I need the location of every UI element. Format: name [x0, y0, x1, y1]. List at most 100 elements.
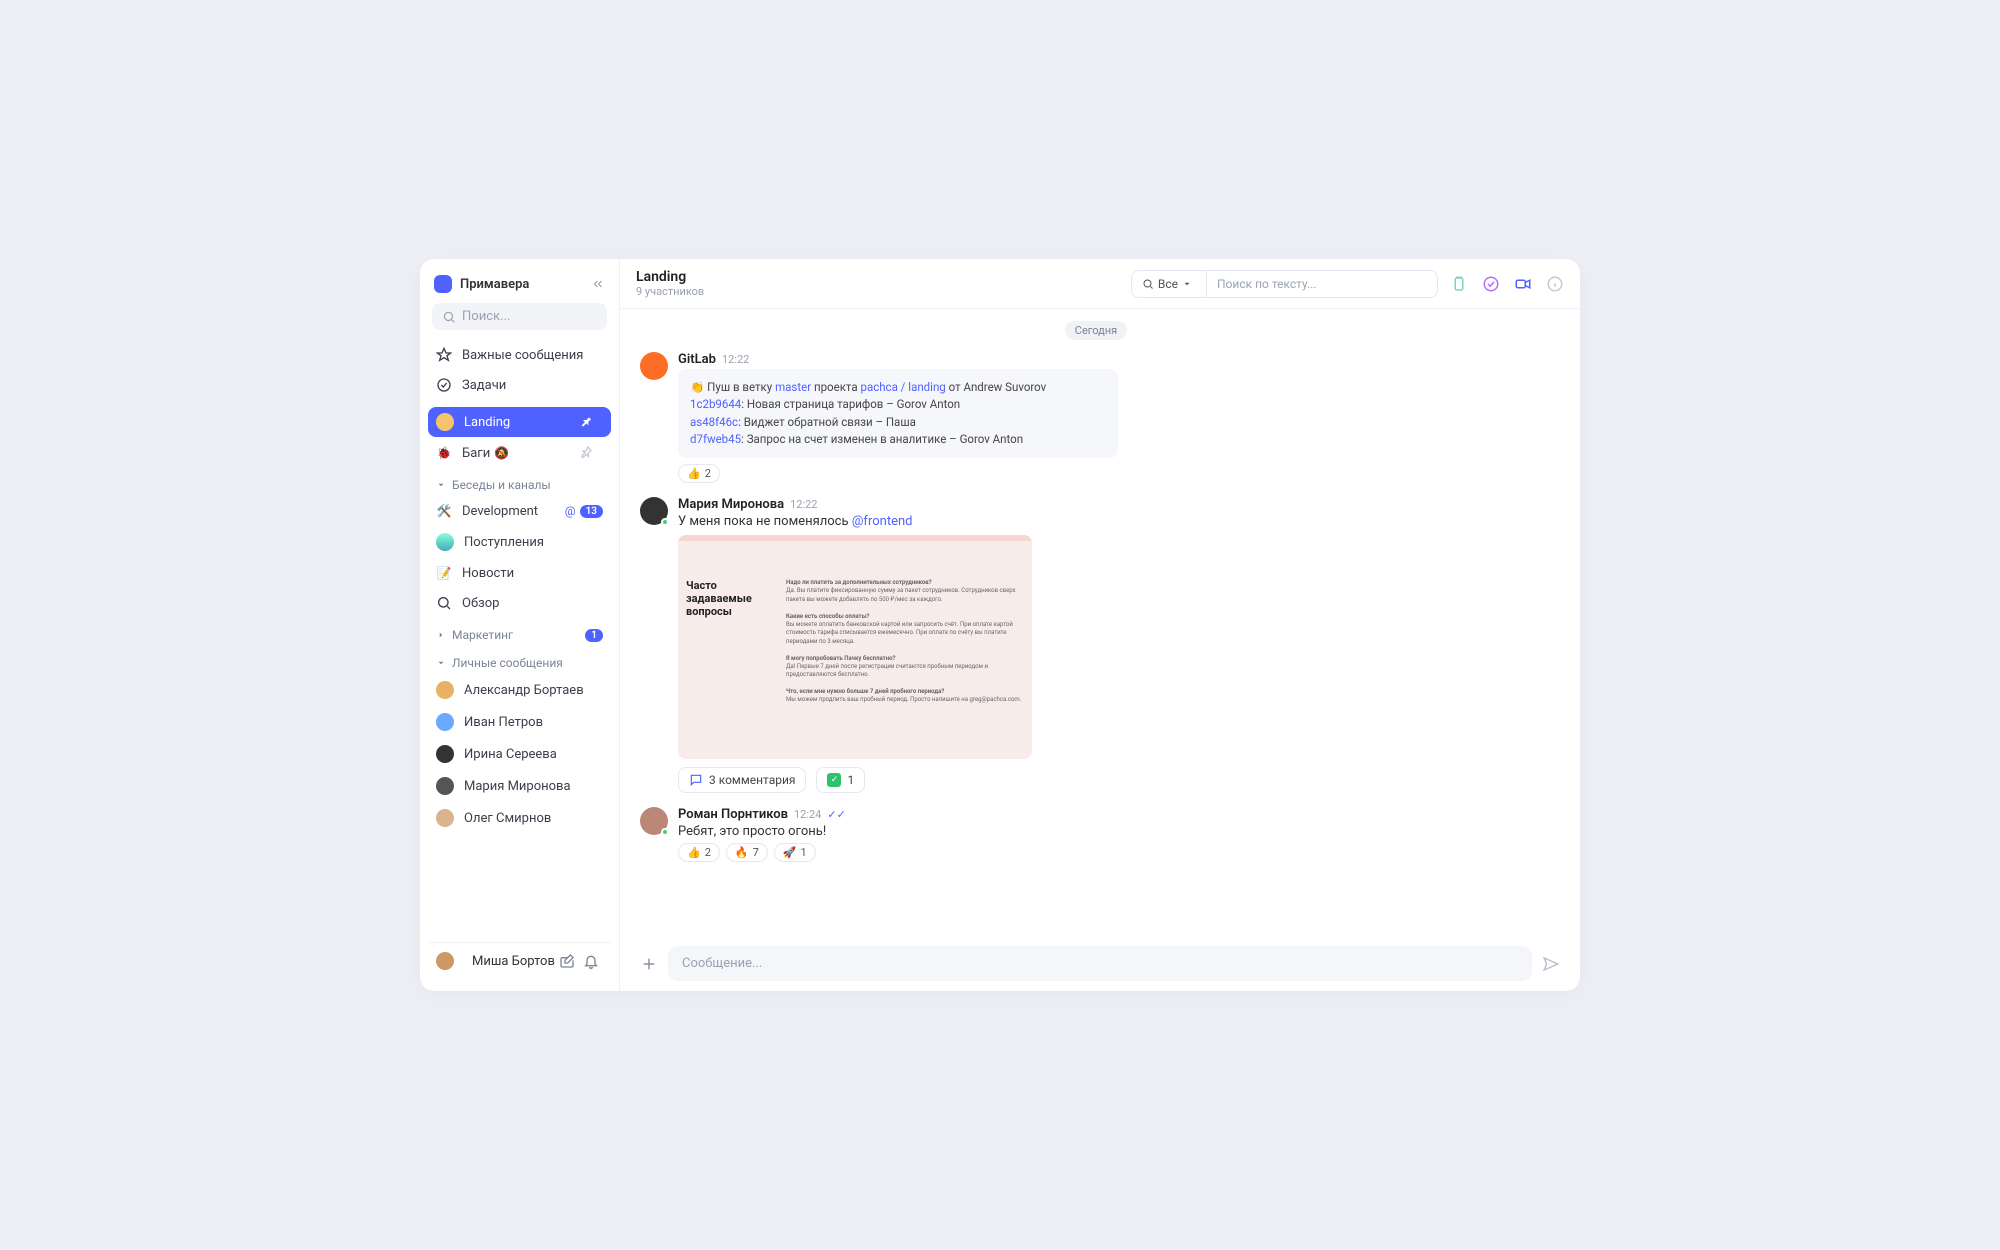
avatar: [640, 497, 668, 525]
faq-title: Часто задаваемые вопросы: [686, 579, 766, 705]
sidebar-channel-landing[interactable]: Landing: [428, 407, 611, 437]
sidebar-item-label: Development: [462, 504, 538, 519]
message-time: 12:22: [790, 498, 817, 511]
channel-icon: [436, 533, 454, 551]
attach-button[interactable]: [640, 955, 658, 973]
unread-badge: 13: [580, 505, 603, 518]
sidebar-channel-overview[interactable]: Обзор: [428, 589, 611, 617]
sidebar-item-label: Обзор: [462, 596, 499, 611]
avatar: [436, 809, 454, 827]
avatar: [436, 713, 454, 731]
chat-title[interactable]: Landing: [636, 269, 704, 285]
sidebar-item-label: Landing: [464, 415, 510, 430]
comments-button[interactable]: 3 комментария: [678, 767, 806, 793]
faq-body: Надо ли платить за дополнительных сотруд…: [786, 579, 1024, 705]
date-divider: Сегодня: [1065, 321, 1127, 340]
search-icon: [442, 310, 456, 324]
sidebar-item-label: Поступления: [464, 535, 544, 550]
workspace-logo: [434, 275, 452, 293]
video-icon[interactable]: [1514, 275, 1532, 293]
memo-icon: 📝: [436, 565, 452, 581]
mention[interactable]: @frontend: [852, 514, 913, 529]
mention-icon: @: [565, 504, 576, 518]
bug-icon: 🐞: [436, 445, 452, 461]
reaction[interactable]: 🚀1: [774, 843, 816, 862]
thumbs-up-icon: 👍: [687, 846, 701, 859]
fire-icon: 🔥: [735, 846, 749, 859]
message-text: Ребят, это просто огонь!: [678, 824, 1552, 839]
message-author[interactable]: GitLab: [678, 352, 716, 367]
image-attachment[interactable]: Часто задаваемые вопросы Надо ли платить…: [678, 535, 1032, 759]
message-author[interactable]: Роман Порнтиков: [678, 807, 788, 822]
presence-dot: [661, 828, 669, 836]
sidebar-channel-development[interactable]: 🛠️ Development @ 13: [428, 497, 611, 525]
avatar: [436, 745, 454, 763]
dm-name: Мария Миронова: [464, 779, 571, 794]
header-search-input[interactable]: [1207, 271, 1437, 297]
me-name[interactable]: Миша Бортов: [472, 954, 555, 969]
check-icon: ✓: [827, 773, 841, 787]
section-marketing[interactable]: Маркетинг 1: [428, 618, 611, 646]
reaction[interactable]: 👍2: [678, 843, 720, 862]
section-label: Личные сообщения: [452, 656, 563, 670]
sidebar-footer: Миша Бортов: [428, 942, 611, 979]
send-button[interactable]: [1542, 955, 1560, 973]
check-circle-icon: [436, 377, 452, 393]
message-input[interactable]: [668, 946, 1532, 981]
star-icon: [436, 347, 452, 363]
chevron-down-icon: [1182, 279, 1192, 289]
message: Роман Порнтиков 12:24 ✓✓ Ребят, это прос…: [640, 807, 1552, 862]
pin-outline-icon[interactable]: [577, 445, 603, 461]
thumbs-up-icon: 👍: [687, 467, 701, 480]
dm-item[interactable]: Олег Смирнов: [428, 803, 611, 833]
dm-item[interactable]: Александр Бортаев: [428, 675, 611, 705]
comment-icon: [689, 773, 703, 787]
section-label: Маркетинг: [452, 628, 513, 642]
sidebar-channel-news[interactable]: 📝 Новости: [428, 559, 611, 587]
sidebar-search[interactable]: Поиск...: [432, 303, 607, 330]
section-channels[interactable]: Беседы и каналы: [428, 468, 611, 496]
notifications-button[interactable]: [579, 949, 603, 973]
presence-dot: [661, 518, 669, 526]
dm-name: Олег Смирнов: [464, 811, 551, 826]
composer: [620, 936, 1580, 991]
avatar: [640, 807, 668, 835]
me-avatar[interactable]: [436, 952, 454, 970]
avatar: [436, 681, 454, 699]
sidebar-channel-inbox[interactable]: Поступления: [428, 527, 611, 557]
sidebar: Примавера Поиск... Важные сообщения Зада…: [420, 259, 620, 991]
message-list[interactable]: Сегодня GitLab 12:22 👏 Пуш в ветку maste…: [620, 309, 1580, 936]
dm-name: Иван Петров: [464, 715, 543, 730]
dm-name: Ирина Сереева: [464, 747, 557, 762]
sidebar-channel-bugs[interactable]: 🐞 Баги 🔕: [428, 439, 611, 467]
avatar-gitlab: [640, 352, 668, 380]
reaction[interactable]: 👍2: [678, 464, 720, 483]
workspace-name[interactable]: Примавера: [460, 277, 591, 292]
collapse-sidebar-button[interactable]: [591, 277, 605, 291]
main-panel: Landing 9 участников Все Сегодня: [620, 259, 1580, 991]
mute-icon: 🔕: [494, 446, 509, 460]
task-check-icon[interactable]: [1482, 275, 1500, 293]
sidebar-item-label: Задачи: [462, 378, 506, 393]
info-icon[interactable]: [1546, 275, 1564, 293]
pin-icon: [577, 414, 603, 430]
reaction[interactable]: 🔥7: [726, 843, 768, 862]
unread-badge: 1: [585, 629, 603, 642]
reaction[interactable]: ✓1: [816, 767, 865, 793]
sidebar-item-important[interactable]: Важные сообщения: [428, 341, 611, 369]
sidebar-item-label: Баги: [462, 446, 490, 461]
section-label: Беседы и каналы: [452, 478, 551, 492]
filter-button[interactable]: Все: [1132, 271, 1207, 297]
sidebar-item-tasks[interactable]: Задачи: [428, 371, 611, 399]
message-author[interactable]: Мария Миронова: [678, 497, 784, 512]
code-block[interactable]: 👏 Пуш в ветку master проекта pachca / la…: [678, 369, 1118, 458]
new-message-button[interactable]: [555, 949, 579, 973]
clipboard-icon[interactable]: [1450, 275, 1468, 293]
dm-item[interactable]: Мария Миронова: [428, 771, 611, 801]
sidebar-item-label: Важные сообщения: [462, 348, 583, 363]
chat-subtitle[interactable]: 9 участников: [636, 285, 704, 298]
read-ticks-icon: ✓✓: [827, 808, 845, 821]
dm-item[interactable]: Иван Петров: [428, 707, 611, 737]
section-dm[interactable]: Личные сообщения: [428, 646, 611, 674]
dm-item[interactable]: Ирина Сереева: [428, 739, 611, 769]
